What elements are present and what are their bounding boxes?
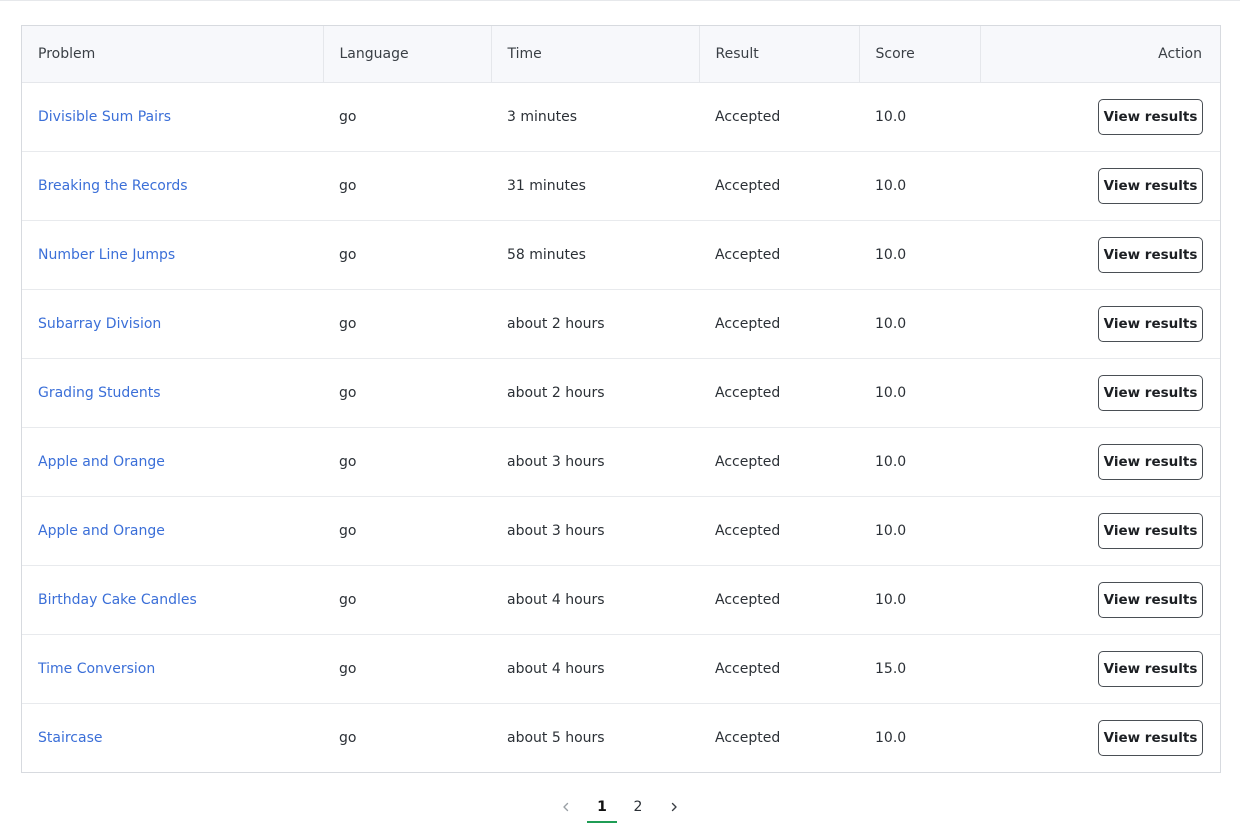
view-results-button[interactable]: View results: [1098, 443, 1203, 480]
table-row: Grading Students go about 2 hours Accept…: [22, 358, 1220, 427]
time-cell: 58 minutes: [507, 246, 586, 263]
problem-link[interactable]: Breaking the Records: [38, 178, 188, 194]
problem-link[interactable]: Time Conversion: [38, 661, 155, 677]
score-cell: 10.0: [875, 729, 907, 746]
result-cell: Accepted: [715, 108, 781, 125]
score-cell: 15.0: [875, 660, 907, 677]
result-cell: Accepted: [715, 729, 781, 746]
time-cell: about 3 hours: [507, 522, 605, 539]
language-cell: go: [339, 108, 357, 125]
view-results-button[interactable]: View results: [1098, 167, 1203, 204]
problem-link[interactable]: Staircase: [38, 730, 102, 746]
table-row: Time Conversion go about 4 hours Accepte…: [22, 634, 1220, 703]
language-cell: go: [339, 384, 357, 401]
page-2-button[interactable]: 2: [620, 791, 656, 823]
table-row: Subarray Division go about 2 hours Accep…: [22, 289, 1220, 358]
table-header-row: Problem Language Time Result Score Actio…: [22, 26, 1220, 83]
problem-link[interactable]: Number Line Jumps: [38, 247, 175, 263]
language-cell: go: [339, 453, 357, 470]
view-results-button[interactable]: View results: [1098, 650, 1203, 687]
score-cell: 10.0: [875, 315, 907, 332]
table-row: Birthday Cake Candles go about 4 hours A…: [22, 565, 1220, 634]
problem-link[interactable]: Apple and Orange: [38, 523, 165, 539]
time-cell: 3 minutes: [507, 108, 578, 125]
score-cell: 10.0: [875, 384, 907, 401]
view-results-button[interactable]: View results: [1098, 236, 1203, 273]
time-cell: about 4 hours: [507, 660, 605, 677]
top-divider: [0, 0, 1240, 1]
view-results-button[interactable]: View results: [1098, 512, 1203, 549]
time-cell: about 2 hours: [507, 384, 605, 401]
submissions-table: Problem Language Time Result Score Actio…: [21, 25, 1221, 773]
language-cell: go: [339, 591, 357, 608]
score-cell: 10.0: [875, 108, 907, 125]
chevron-left-icon: [563, 802, 569, 812]
time-cell: about 2 hours: [507, 315, 605, 332]
column-header-time[interactable]: Time: [491, 26, 700, 83]
view-results-button[interactable]: View results: [1098, 305, 1203, 342]
column-header-action: Action: [980, 26, 1220, 83]
column-header-language[interactable]: Language: [323, 26, 492, 83]
problem-link[interactable]: Divisible Sum Pairs: [38, 109, 171, 125]
language-cell: go: [339, 660, 357, 677]
time-cell: about 5 hours: [507, 729, 605, 746]
next-page-button[interactable]: [656, 791, 692, 823]
language-cell: go: [339, 315, 357, 332]
result-cell: Accepted: [715, 177, 781, 194]
score-cell: 10.0: [875, 522, 907, 539]
pagination: 1 2: [0, 790, 1240, 824]
language-cell: go: [339, 246, 357, 263]
score-cell: 10.0: [875, 177, 907, 194]
view-results-button[interactable]: View results: [1098, 581, 1203, 618]
view-results-button[interactable]: View results: [1098, 98, 1203, 135]
column-header-score[interactable]: Score: [859, 26, 981, 83]
language-cell: go: [339, 177, 357, 194]
view-results-button[interactable]: View results: [1098, 374, 1203, 411]
result-cell: Accepted: [715, 660, 781, 677]
table-row: Breaking the Records go 31 minutes Accep…: [22, 151, 1220, 220]
score-cell: 10.0: [875, 453, 907, 470]
chevron-right-icon: [671, 802, 677, 812]
problem-link[interactable]: Grading Students: [38, 385, 161, 401]
problem-link[interactable]: Birthday Cake Candles: [38, 592, 197, 608]
result-cell: Accepted: [715, 246, 781, 263]
table-row: Apple and Orange go about 3 hours Accept…: [22, 496, 1220, 565]
table-row: Divisible Sum Pairs go 3 minutes Accepte…: [22, 82, 1220, 151]
page-1-button[interactable]: 1: [584, 791, 620, 823]
view-results-button[interactable]: View results: [1098, 719, 1203, 756]
table-row: Apple and Orange go about 3 hours Accept…: [22, 427, 1220, 496]
column-header-result[interactable]: Result: [699, 26, 860, 83]
table-row: Staircase go about 5 hours Accepted 10.0…: [22, 703, 1220, 772]
language-cell: go: [339, 729, 357, 746]
result-cell: Accepted: [715, 591, 781, 608]
time-cell: about 4 hours: [507, 591, 605, 608]
time-cell: 31 minutes: [507, 177, 586, 194]
result-cell: Accepted: [715, 315, 781, 332]
problem-link[interactable]: Subarray Division: [38, 316, 161, 332]
problem-link[interactable]: Apple and Orange: [38, 454, 165, 470]
table-row: Number Line Jumps go 58 minutes Accepted…: [22, 220, 1220, 289]
prev-page-button[interactable]: [548, 791, 584, 823]
column-header-problem[interactable]: Problem: [22, 26, 324, 83]
score-cell: 10.0: [875, 246, 907, 263]
language-cell: go: [339, 522, 357, 539]
result-cell: Accepted: [715, 453, 781, 470]
score-cell: 10.0: [875, 591, 907, 608]
result-cell: Accepted: [715, 384, 781, 401]
result-cell: Accepted: [715, 522, 781, 539]
time-cell: about 3 hours: [507, 453, 605, 470]
